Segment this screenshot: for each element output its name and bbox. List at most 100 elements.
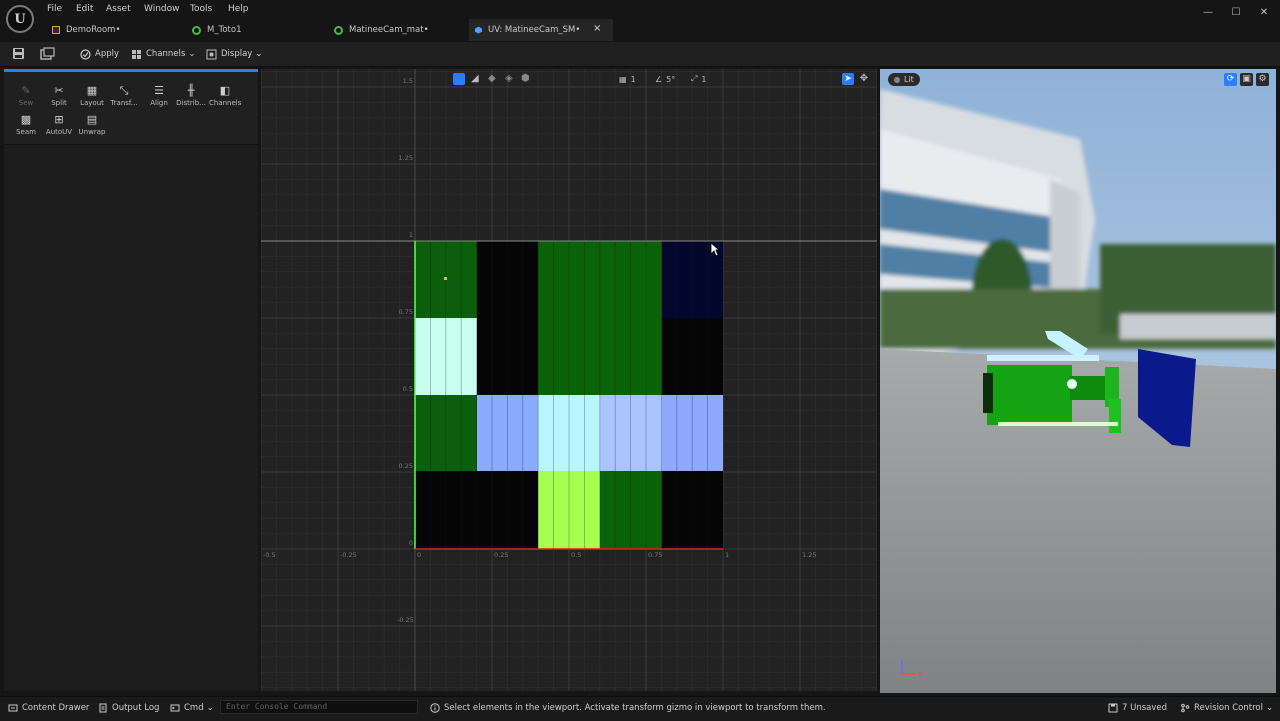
autouv-icon: ⊞ (54, 113, 64, 126)
uv-island[interactable] (477, 395, 539, 471)
tool-split[interactable]: ✂ Split (43, 85, 75, 113)
chevron-down-icon: ⌄ (1265, 702, 1274, 713)
realtime-icon[interactable]: ⟳ (1224, 73, 1237, 86)
maximize-icon[interactable]: ☐ (1229, 6, 1243, 20)
x-axis-label: 0.5 (571, 551, 582, 559)
scale-icon: ⤢ (691, 74, 698, 83)
tab-m-toto1[interactable]: M_Toto1 (186, 19, 332, 41)
channels-dropdown[interactable]: Channels ⌄ (131, 46, 195, 62)
y-axis-label: 0.5 (402, 385, 413, 393)
tool-align[interactable]: ☰ Align (143, 85, 175, 113)
uv-editor-viewport[interactable]: ◢ ◆ ◈ ⬢ ▦ 1 ∠ 5° ⤢ 1 ➤ ✥ -0.5 -0.25 0 0.25 0… (261, 69, 877, 691)
grid-snap-control[interactable]: ▦ 1 (619, 73, 636, 85)
mesh-mode-icon[interactable]: ⬢ (521, 73, 533, 85)
island-mode-icon[interactable]: ◈ (505, 73, 517, 85)
revision-control-icon (1180, 703, 1190, 713)
browse-asset-icon[interactable] (40, 47, 55, 60)
y-axis-label: 0 (408, 539, 413, 547)
x-axis-label: -0.25 (340, 551, 357, 559)
mouse-cursor-icon (710, 242, 720, 257)
unwrap-icon: ▤ (86, 113, 98, 126)
settings-icon[interactable]: ⚙ (1256, 73, 1269, 86)
uv-grid-canvas[interactable] (261, 69, 877, 691)
level-icon (52, 26, 60, 34)
close-window-icon[interactable]: ✕ (1257, 6, 1271, 20)
seam-icon: ▩ (20, 113, 32, 126)
tool-seam[interactable]: ▩ Seam (10, 114, 42, 142)
menu-tools[interactable]: Tools (190, 4, 212, 16)
y-axis-label: 1.5 (402, 77, 413, 85)
minimize-icon[interactable]: — (1201, 6, 1215, 20)
channels-icon (131, 49, 142, 60)
tool-channels[interactable]: ◧ Channels (209, 85, 241, 113)
menu-edit[interactable]: Edit (76, 4, 93, 16)
unreal-logo-icon[interactable]: U (6, 5, 34, 33)
terminal-icon (170, 703, 180, 713)
edge-mode-icon[interactable]: ◢ (471, 73, 483, 85)
tool-unwrap[interactable]: ▤ Unwrap (76, 114, 108, 142)
y-axis-label: 1.25 (398, 154, 413, 162)
svg-text:x: x (918, 670, 922, 678)
sew-icon: ✎ (21, 84, 31, 97)
y-axis-label: 1 (408, 231, 413, 239)
status-hint: Select elements in the viewport. Activat… (430, 701, 826, 714)
chevron-down-icon: ⌄ (255, 49, 263, 59)
chevron-down-icon: ⌄ (206, 702, 214, 713)
tool-sew[interactable]: ✎ Sew (10, 85, 42, 113)
channels-icon: ◧ (219, 84, 231, 97)
cmd-dropdown[interactable]: Cmd ⌄ (170, 701, 214, 714)
x-axis-label: 0.25 (494, 551, 509, 559)
tab-matineecam-mat[interactable]: MatineeCam_mat• (328, 19, 474, 41)
unsaved-icon (1108, 703, 1118, 713)
static-mesh-icon (475, 26, 482, 34)
output-log-button[interactable]: Output Log (98, 701, 159, 714)
menu-asset[interactable]: Asset (106, 4, 131, 16)
x-axis-label: 0 (417, 551, 422, 559)
save-icon[interactable] (12, 47, 25, 60)
close-tab-icon[interactable]: × (593, 23, 601, 34)
console-command-input[interactable]: Enter Console Command (220, 700, 418, 714)
tool-layout[interactable]: ▦ Layout (76, 85, 108, 113)
tab-uv-matineecam-sm[interactable]: UV: MatineeCam_SM• × (469, 19, 613, 41)
display-dropdown[interactable]: Display ⌄ (206, 46, 262, 62)
tool-autouv[interactable]: ⊞ AutoUV (43, 114, 75, 142)
menu-help[interactable]: Help (228, 4, 249, 16)
display-icon (206, 49, 217, 60)
revision-control-button[interactable]: Revision Control ⌄ (1180, 701, 1273, 714)
cursor-select-icon[interactable]: ➤ (842, 73, 854, 85)
material-icon (192, 25, 201, 35)
material-icon (334, 25, 343, 35)
view-mode-button[interactable]: Lit (888, 73, 920, 86)
tool-distribute[interactable]: ╫ Distrib... (175, 85, 207, 113)
split-icon: ✂ (54, 84, 64, 97)
grid-icon: ▦ (619, 74, 627, 84)
scale-snap-control[interactable]: ⤢ 1 (691, 73, 707, 85)
move-gizmo-icon[interactable]: ✥ (858, 73, 870, 85)
mesh-preview-viewport[interactable]: x Lit ⟳ ▣ ⚙ (880, 69, 1276, 693)
x-axis-label: -0.5 (263, 551, 276, 559)
tool-transform[interactable]: ⤡ Transf... (108, 85, 140, 113)
layout-icon: ▦ (86, 84, 98, 97)
transform-icon: ⤡ (119, 84, 129, 97)
uv-island-layout (415, 241, 723, 549)
unsaved-button[interactable]: 7 Unsaved (1108, 701, 1167, 714)
uv-vertex[interactable] (444, 277, 447, 280)
menu-file[interactable]: File (47, 4, 62, 16)
drawer-icon (8, 703, 18, 713)
select-mode-icon[interactable] (453, 73, 465, 85)
x-axis-label: 1 (725, 551, 730, 559)
menu-window[interactable]: Window (144, 4, 180, 16)
face-mode-icon[interactable]: ◆ (488, 73, 500, 85)
content-drawer-button[interactable]: Content Drawer (8, 701, 89, 714)
distribute-icon: ╫ (187, 84, 195, 97)
apply-button[interactable]: Apply (80, 46, 119, 62)
x-axis-label: 0.75 (648, 551, 663, 559)
tools-panel (4, 69, 258, 691)
angle-snap-control[interactable]: ∠ 5° (655, 73, 675, 85)
x-axis-label: 1.25 (802, 551, 817, 559)
camera-icon[interactable]: ▣ (1240, 73, 1253, 86)
apply-icon (80, 48, 91, 60)
tab-demoroom[interactable]: DemoRoom• (46, 19, 192, 41)
y-axis-label: 0.75 (398, 308, 413, 316)
view-mode-icon (894, 76, 900, 83)
